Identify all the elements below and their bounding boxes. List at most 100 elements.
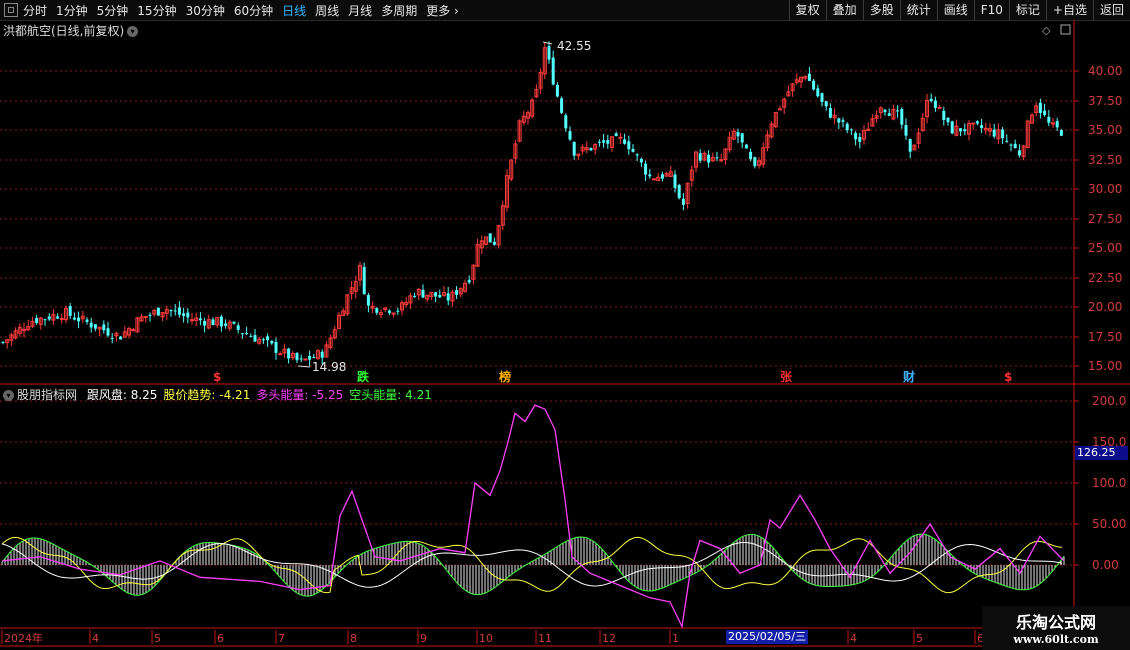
x-axis-label: 7 — [278, 632, 285, 645]
candle-body — [937, 106, 942, 109]
candle-body — [240, 333, 244, 335]
candle-body — [173, 310, 177, 312]
watermark-title: 乐淘公式网 — [1015, 613, 1096, 632]
candle-body — [715, 157, 719, 159]
candle-body — [303, 358, 308, 361]
candle-body — [673, 174, 677, 188]
candle-body — [547, 46, 551, 60]
candle-body — [900, 108, 904, 125]
indicator-value-2: 多头能量: -5.25 — [256, 388, 344, 402]
event-marker: 张 — [780, 369, 793, 384]
candle-body — [308, 356, 312, 360]
candle-body — [904, 125, 908, 136]
candle-body — [1055, 121, 1059, 128]
candle-body — [211, 319, 215, 326]
candle-body — [778, 108, 782, 111]
candle-body — [186, 312, 190, 318]
x-axis-label: 5 — [916, 632, 923, 645]
candle-body — [946, 117, 950, 123]
candle-body — [883, 109, 887, 113]
candle-body — [623, 139, 627, 144]
event-marker: 跌 — [357, 369, 370, 384]
candle-body — [740, 133, 744, 143]
candle-body — [564, 115, 568, 129]
chevron-down-icon[interactable]: ▾ — [127, 26, 139, 37]
candle-body — [963, 129, 967, 132]
magenta-line — [1, 404, 1065, 629]
candle-body — [413, 295, 417, 297]
candle-body — [102, 324, 106, 331]
x-axis-label: 8 — [350, 632, 357, 645]
candle-body — [707, 154, 711, 163]
candle-body — [438, 295, 442, 298]
candle-body — [942, 110, 946, 120]
candle-body — [719, 159, 724, 162]
x-axis-label: 5 — [154, 632, 161, 645]
indicator-tick-label: 0.00 — [1092, 558, 1119, 572]
candle-body — [820, 93, 824, 102]
candle-body — [614, 133, 618, 137]
candle-body — [110, 337, 114, 339]
candle-body — [93, 324, 97, 329]
candle-body — [59, 317, 64, 320]
candle-body — [362, 266, 366, 295]
candle-body — [434, 292, 438, 297]
cursor-date: 2025/02/05/三 — [726, 630, 809, 644]
candle-body — [618, 136, 623, 139]
candle-body — [232, 321, 236, 324]
candle-body — [824, 101, 828, 107]
candle-body — [736, 131, 740, 137]
indicator-tick-label: 100.0 — [1092, 476, 1126, 490]
candle-body — [1043, 110, 1047, 115]
chart-title: 洪都航空(日线,前复权) ▾ — [3, 22, 139, 39]
candle-body — [131, 328, 136, 331]
kline-chart[interactable]: 40.0037.5035.0032.5030.0027.5025.0022.50… — [0, 0, 1130, 650]
candle-body — [1009, 144, 1013, 146]
candle-body — [143, 316, 148, 319]
candle-body — [198, 318, 202, 321]
candle-body — [828, 108, 832, 118]
candle-body — [375, 308, 379, 313]
indicator-value-0: 跟风盘: 8.25 — [86, 388, 158, 402]
watermark-url: www.60lt.com — [1013, 633, 1099, 646]
candle-body — [854, 133, 858, 140]
y-tick-label: 40.00 — [1088, 64, 1122, 78]
candle-body — [845, 123, 849, 131]
candle-body — [261, 339, 265, 341]
candle-body — [236, 325, 240, 330]
candle-body — [1047, 116, 1051, 123]
candle-body — [77, 317, 81, 322]
candle-body — [299, 358, 303, 360]
y-tick-label: 37.50 — [1088, 94, 1122, 108]
x-axis-label: 4 — [92, 632, 99, 645]
candle-body — [72, 317, 76, 320]
candle-body — [1038, 102, 1042, 114]
indicator-value-1: 股价趋势: -4.21 — [163, 388, 251, 402]
chevron-down-icon[interactable]: ▾ — [3, 390, 14, 401]
candle-body — [156, 307, 160, 316]
event-marker: 财 — [902, 369, 915, 384]
candle-body — [455, 290, 459, 295]
current-value-badge: 126.25 — [1075, 446, 1128, 460]
candle-body — [169, 310, 173, 312]
candle-body — [887, 113, 891, 116]
candle-body — [749, 151, 753, 160]
candle-body — [560, 98, 564, 113]
candle-body — [56, 316, 60, 319]
candle-body — [858, 136, 862, 142]
candle-body — [270, 340, 274, 344]
x-axis-label: 10 — [479, 632, 493, 645]
candle-body — [278, 353, 283, 356]
x-axis-label: 4 — [850, 632, 857, 645]
candle-body — [85, 319, 89, 322]
low-label: 14.98 — [312, 360, 346, 374]
candle-body — [446, 293, 450, 301]
stock-title: 洪都航空(日线,前复权) — [3, 24, 125, 38]
candle-body — [492, 241, 496, 245]
candle-body — [467, 279, 471, 283]
candle-body — [43, 319, 47, 321]
event-marker: 榜 — [499, 369, 511, 384]
y-tick-label: 15.00 — [1088, 359, 1122, 373]
candle-body — [1059, 130, 1063, 136]
candle-body — [203, 321, 207, 326]
